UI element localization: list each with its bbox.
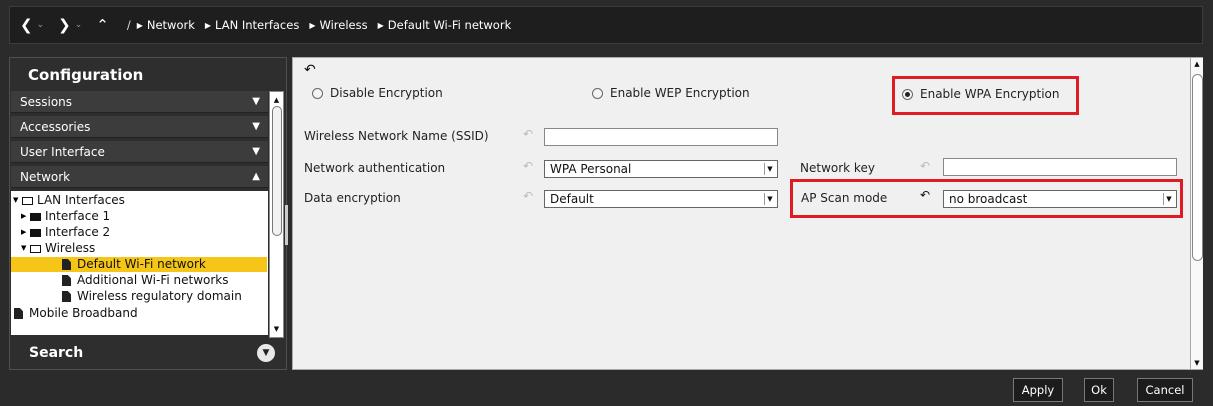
expand-down-icon[interactable]: ▼ bbox=[21, 241, 30, 256]
up-button[interactable]: ⌃ bbox=[96, 16, 109, 34]
disable-encryption-radio[interactable]: Disable Encryption bbox=[312, 86, 443, 100]
breadcrumb-lan-interfaces[interactable]: ▶ LAN Interfaces bbox=[205, 18, 299, 32]
folder-icon bbox=[30, 228, 41, 237]
cancel-button[interactable]: Cancel bbox=[1137, 378, 1193, 402]
enable-wep-radio[interactable]: Enable WEP Encryption bbox=[592, 86, 750, 100]
scrollbar-thumb[interactable] bbox=[1192, 74, 1203, 261]
file-icon bbox=[62, 275, 71, 286]
scrollbar-thumb[interactable] bbox=[272, 106, 282, 236]
scroll-up-icon[interactable]: ▲ bbox=[1191, 60, 1203, 68]
configuration-sidebar: Configuration Sessions ▼ Accessories ▼ Use… bbox=[9, 57, 287, 370]
revert-icon: ↶ bbox=[920, 159, 931, 173]
tree-item-interface-2[interactable]: ▶ Interface 2 bbox=[21, 225, 110, 240]
ap-scan-select[interactable]: no broadcast ▼ bbox=[943, 190, 1177, 208]
folder-open-icon bbox=[22, 196, 33, 205]
revert-icon: ↶ bbox=[523, 127, 534, 141]
revert-icon[interactable]: ↶ bbox=[920, 188, 930, 202]
data-encryption-label: Data encryption bbox=[304, 191, 401, 205]
revert-icon[interactable]: ↶ bbox=[304, 62, 316, 78]
tree-item-wireless-regulatory-domain[interactable]: Wireless regulatory domain bbox=[62, 289, 242, 304]
triangle-right-icon: ▶ bbox=[309, 20, 316, 30]
chevron-down-circle-icon[interactable]: ▼ bbox=[257, 344, 275, 362]
sidebar-section-network[interactable]: Network ▲ bbox=[11, 166, 268, 188]
forward-history-caret-icon[interactable]: ⌄ bbox=[75, 20, 83, 30]
breadcrumb-wireless[interactable]: ▶ Wireless bbox=[309, 18, 367, 32]
sidebar-section-accessories[interactable]: Accessories ▼ bbox=[11, 116, 268, 138]
radio-indicator bbox=[312, 87, 323, 99]
file-icon bbox=[62, 259, 71, 270]
chevron-down-icon: ▼ bbox=[252, 96, 260, 107]
network-tree: ▼ LAN Interfaces ▶ Interface 1 ▶ Interface … bbox=[11, 191, 268, 335]
data-encryption-select[interactable]: Default ▼ bbox=[544, 190, 778, 208]
chevron-up-icon: ▲ bbox=[252, 171, 260, 182]
tree-item-mobile-broadband[interactable]: Mobile Broadband bbox=[14, 306, 138, 321]
scroll-up-icon[interactable]: ▲ bbox=[270, 94, 283, 106]
settings-panel: ↶ Disable Encryption Enable WEP Encrypti… bbox=[292, 57, 1203, 370]
panel-splitter[interactable] bbox=[285, 205, 288, 245]
ssid-input[interactable] bbox=[544, 128, 778, 146]
folder-icon bbox=[30, 212, 41, 221]
sidebar-section-user-interface[interactable]: User Interface ▼ bbox=[11, 141, 268, 163]
sidebar-search-section[interactable]: Search ▼ bbox=[11, 338, 283, 368]
revert-icon: ↶ bbox=[523, 159, 534, 173]
file-icon bbox=[14, 308, 23, 319]
ap-scan-label: AP Scan mode bbox=[801, 191, 888, 205]
expand-right-icon[interactable]: ▶ bbox=[21, 225, 30, 240]
expand-down-icon[interactable]: ▼ bbox=[13, 193, 22, 208]
sidebar-scrollbar[interactable]: ▲ ▼ bbox=[269, 91, 284, 338]
sidebar-section-sessions[interactable]: Sessions ▼ bbox=[11, 91, 268, 113]
network-key-input[interactable] bbox=[943, 158, 1177, 176]
dropdown-arrow-icon[interactable]: ▼ bbox=[764, 193, 775, 205]
chevron-down-icon: ▼ bbox=[252, 121, 260, 132]
triangle-right-icon: ▶ bbox=[136, 20, 143, 30]
ok-button[interactable]: Ok bbox=[1084, 378, 1114, 402]
breadcrumb-network[interactable]: ▶ Network bbox=[137, 18, 195, 32]
tree-item-interface-1[interactable]: ▶ Interface 1 bbox=[21, 209, 110, 224]
main-scrollbar[interactable]: ▲ ▼ bbox=[1190, 58, 1203, 369]
dropdown-arrow-icon[interactable]: ▼ bbox=[1163, 193, 1174, 205]
expand-right-icon[interactable]: ▶ bbox=[21, 209, 30, 224]
scroll-down-icon[interactable]: ▼ bbox=[1191, 359, 1203, 367]
breadcrumb-default-wifi[interactable]: ▶ Default Wi-Fi network bbox=[378, 18, 512, 32]
navigation-bar: ❮ ⌄ ❯ ⌄ ⌃ / ▶ Network ▶ LAN Interfaces ▶ Wire… bbox=[9, 6, 1203, 44]
tree-item-wireless[interactable]: ▼ Wireless bbox=[21, 241, 95, 256]
enable-wpa-radio[interactable]: Enable WPA Encryption bbox=[902, 87, 1059, 101]
revert-icon: ↶ bbox=[523, 189, 534, 203]
auth-select[interactable]: WPA Personal ▼ bbox=[544, 160, 778, 178]
back-button[interactable]: ❮ ⌄ bbox=[20, 16, 44, 34]
triangle-right-icon: ▶ bbox=[377, 20, 384, 30]
breadcrumb: / ▶ Network ▶ LAN Interfaces ▶ Wireless ▶ De… bbox=[127, 18, 521, 32]
ssid-label: Wireless Network Name (SSID) bbox=[304, 129, 489, 143]
auth-label: Network authentication bbox=[304, 161, 446, 175]
forward-button[interactable]: ❯ ⌄ bbox=[58, 16, 82, 34]
triangle-right-icon: ▶ bbox=[204, 20, 212, 30]
scroll-down-icon[interactable]: ▼ bbox=[270, 323, 283, 335]
network-key-label: Network key bbox=[800, 161, 875, 175]
chevron-down-icon: ▼ bbox=[252, 146, 260, 157]
tree-item-default-wifi-network[interactable]: Default Wi-Fi network bbox=[11, 257, 267, 272]
file-icon bbox=[62, 291, 71, 302]
folder-open-icon bbox=[30, 244, 41, 253]
tree-item-additional-wifi-networks[interactable]: Additional Wi-Fi networks bbox=[62, 273, 228, 288]
sidebar-title: Configuration bbox=[28, 66, 144, 84]
radio-indicator bbox=[592, 87, 603, 99]
breadcrumb-root[interactable]: / bbox=[127, 18, 131, 32]
tree-item-lan-interfaces[interactable]: ▼ LAN Interfaces bbox=[13, 193, 125, 208]
radio-indicator-selected bbox=[902, 88, 913, 100]
dropdown-arrow-icon[interactable]: ▼ bbox=[764, 163, 775, 175]
apply-button[interactable]: Apply bbox=[1013, 378, 1063, 402]
back-history-caret-icon[interactable]: ⌄ bbox=[37, 20, 45, 30]
